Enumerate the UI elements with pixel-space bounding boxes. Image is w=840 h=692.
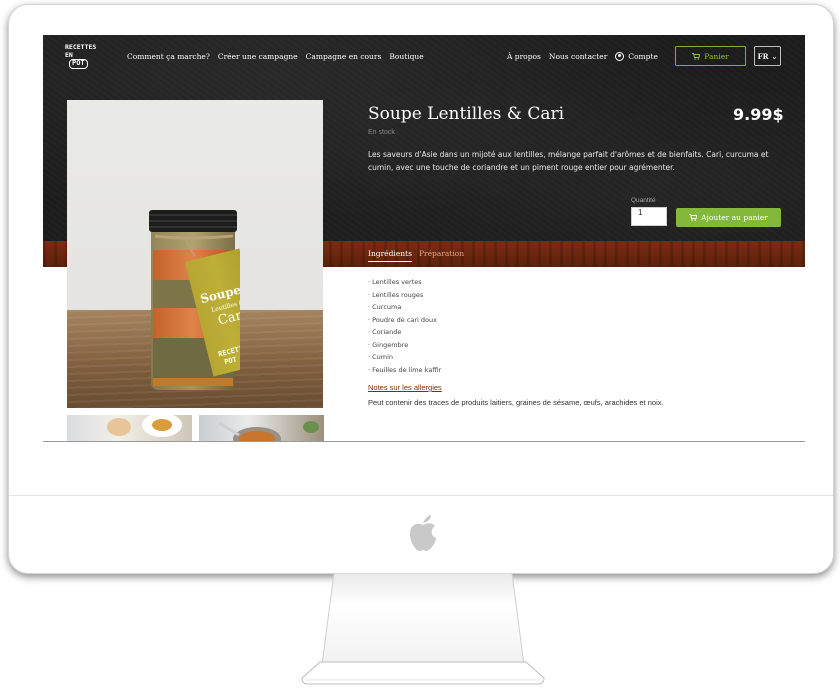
list-item: · Coriande bbox=[368, 328, 402, 336]
product-title: Soupe Lentilles & Cari bbox=[368, 104, 565, 124]
ingredients-list: · Lentilles vertes · Lentilles rouges · … bbox=[368, 276, 441, 376]
logo-line-2: EN bbox=[65, 50, 73, 59]
account-link[interactable]: Compte bbox=[615, 52, 658, 61]
nav-item-about[interactable]: À propos bbox=[507, 52, 541, 61]
product-tabs: Ingrédients Préparation bbox=[368, 249, 464, 262]
monitor-chin-divider bbox=[9, 495, 833, 496]
add-to-cart-label: Ajouter au panier bbox=[701, 213, 768, 222]
screen-bottom-edge bbox=[43, 441, 805, 442]
quantity-label: Quantité bbox=[631, 197, 656, 204]
site-logo[interactable]: RECETTES EN POT bbox=[65, 43, 105, 70]
cart-button[interactable]: Panier bbox=[675, 46, 746, 66]
list-item: · Feuilles de lime kaffir bbox=[368, 365, 442, 374]
monitor-stand-foot bbox=[301, 661, 545, 685]
main-nav: Comment ça marche? Créer une campagne Ca… bbox=[127, 52, 424, 61]
cart-icon bbox=[692, 52, 701, 60]
quantity-input[interactable]: 1 bbox=[631, 207, 667, 226]
nav-item-contact[interactable]: Nous contacter bbox=[549, 52, 607, 61]
cart-icon bbox=[689, 214, 698, 221]
cart-label: Panier bbox=[704, 51, 729, 61]
product-image[interactable]: Soupe Lentilles & Cari RECETTES POT bbox=[67, 100, 323, 408]
nav-item-current-campaign[interactable]: Campagne en cours bbox=[306, 52, 382, 61]
apple-logo-icon bbox=[410, 515, 436, 551]
thumbnail-food-image bbox=[107, 415, 182, 437]
list-item: · Poudre de cari doux bbox=[368, 315, 437, 324]
nav-item-how-it-works[interactable]: Comment ça marche? bbox=[127, 52, 210, 61]
list-item: · Cumin bbox=[368, 353, 394, 361]
product-price: 9.99$ bbox=[733, 105, 784, 124]
list-item: · Lentilles rouges bbox=[368, 290, 424, 299]
nav-item-create-campaign[interactable]: Créer une campagne bbox=[218, 52, 298, 61]
list-item: · Lentilles vertes bbox=[368, 278, 422, 286]
list-item: · Curcuma bbox=[368, 303, 402, 311]
product-thumbnail-1[interactable] bbox=[67, 415, 192, 441]
product-thumbnail-2[interactable] bbox=[199, 415, 324, 441]
allergy-notes-link[interactable]: Notes sur les allergies bbox=[368, 383, 442, 392]
allergy-notes-text: Peut contenir des traces de produits lai… bbox=[368, 398, 664, 407]
language-select[interactable]: FR ⌄ bbox=[754, 46, 781, 66]
add-to-cart-button[interactable]: Ajouter au panier bbox=[676, 208, 781, 227]
chevron-down-icon: ⌄ bbox=[771, 51, 778, 61]
tab-preparation[interactable]: Préparation bbox=[419, 249, 464, 262]
product-description: Les saveurs d'Asie dans un mijoté aux le… bbox=[368, 150, 769, 172]
user-icon bbox=[615, 52, 625, 61]
secondary-nav: À propos Nous contacter Compte bbox=[507, 52, 658, 61]
monitor-stand-neck bbox=[321, 573, 525, 666]
logo-line-3: POT bbox=[69, 59, 88, 69]
list-item: · Gingembre bbox=[368, 340, 409, 349]
screen: RECETTES EN POT Comment ça marche? Créer… bbox=[43, 35, 805, 441]
nav-item-shop[interactable]: Boutique bbox=[389, 52, 423, 61]
tab-ingredients[interactable]: Ingrédients bbox=[368, 249, 412, 262]
account-label: Compte bbox=[628, 52, 658, 61]
stock-status: En stock bbox=[368, 129, 395, 136]
jar-illustration: Soupe Lentilles & Cari RECETTES POT bbox=[149, 210, 240, 390]
language-value: FR bbox=[757, 51, 769, 61]
quantity-value: 1 bbox=[638, 208, 643, 217]
thumbnail-soup-image bbox=[218, 421, 319, 441]
